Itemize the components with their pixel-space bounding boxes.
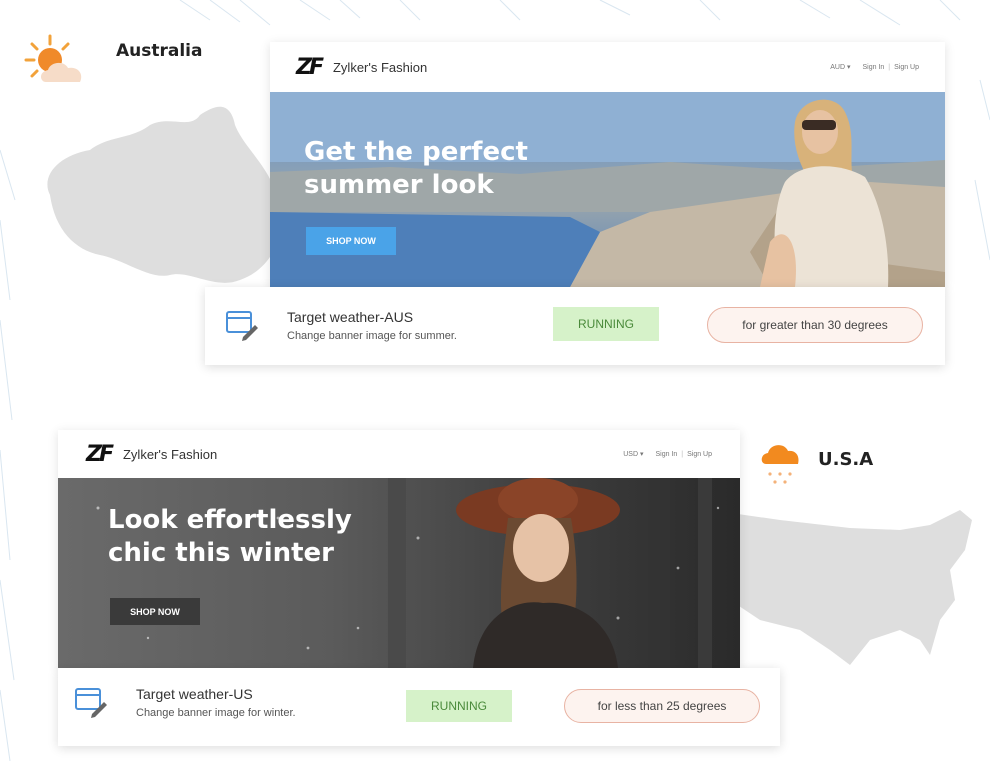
summer-model-image [760,99,889,287]
winter-model-image [456,478,620,668]
edit-banner-icon [226,311,258,341]
condition-badge: for less than 25 degrees [564,689,760,723]
rule-text: Target weather-AUS Change banner image f… [287,309,457,342]
rule-description: Change banner image for summer. [287,330,457,342]
rule-description: Change banner image for winter. [136,707,296,719]
site-header: ZF Zylker's Fashion AUD ▾ Sign In | Sign… [270,42,945,92]
divider: | [681,450,684,458]
divider: | [888,63,891,71]
usa-rule-card[interactable]: Target weather-US Change banner image fo… [58,668,780,746]
brand[interactable]: ZF Zylker's Fashion [296,55,427,80]
usa-map [710,510,972,665]
banner-title: Look effortlessly chic this winter [108,504,408,571]
status-badge: RUNNING [553,307,659,341]
australia-region: Australia [22,32,203,92]
rule-title: Target weather-AUS [287,309,414,325]
banner-title-line: summer look [304,170,494,201]
site-header: ZF Zylker's Fashion USD ▾ Sign In | Sign… [58,430,740,478]
sign-up-link[interactable]: Sign Up [894,64,919,71]
brand-name: Zylker's Fashion [122,446,218,462]
region-label-australia: Australia [116,41,203,61]
sun-cloud-icon [24,34,82,82]
condition-badge: for greater than 30 degrees [707,307,923,343]
banner-title-line: chic this winter [108,538,335,569]
snow-cloud-icon [761,445,799,484]
australia-rule-card[interactable]: Target weather-AUS Change banner image f… [205,287,945,365]
header-links: AUD ▾ Sign In | Sign Up [818,63,919,72]
edit-banner-icon [75,688,107,718]
sign-in-link[interactable]: Sign In [655,451,677,458]
brand[interactable]: ZF Zylker's Fashion [86,442,217,467]
currency-selector[interactable]: AUD ▾ [830,63,850,71]
status-badge: RUNNING [406,690,512,722]
rule-title: Target weather-US [136,686,253,702]
usa-region: U.S.A [758,436,873,496]
australia-map [47,106,282,283]
brand-logo-icon: ZF [296,54,324,80]
banner-title: Get the perfect summer look [304,136,604,203]
brand-logo-icon: ZF [86,441,114,467]
region-label-usa: U.S.A [818,448,874,470]
australia-website-preview: ZF Zylker's Fashion AUD ▾ Sign In | Sign… [270,42,945,287]
sign-up-link[interactable]: Sign Up [687,451,712,458]
header-links: USD ▾ Sign In | Sign Up [611,450,712,459]
currency-selector[interactable]: USD ▾ [623,450,643,458]
brand-name: Zylker's Fashion [332,59,428,75]
shop-now-button[interactable]: SHOP NOW [306,227,396,255]
rule-text: Target weather-US Change banner image fo… [136,686,296,719]
shop-now-button[interactable]: SHOP NOW [110,598,200,625]
sign-in-link[interactable]: Sign In [862,64,884,71]
winter-banner: Look effortlessly chic this winter SHOP … [58,478,740,668]
banner-title-line: Look effortlessly [108,505,352,535]
summer-banner: Get the perfect summer look SHOP NOW [270,92,945,287]
banner-title-line: Get the perfect [304,137,528,167]
usa-website-preview: ZF Zylker's Fashion USD ▾ Sign In | Sign… [58,430,740,668]
